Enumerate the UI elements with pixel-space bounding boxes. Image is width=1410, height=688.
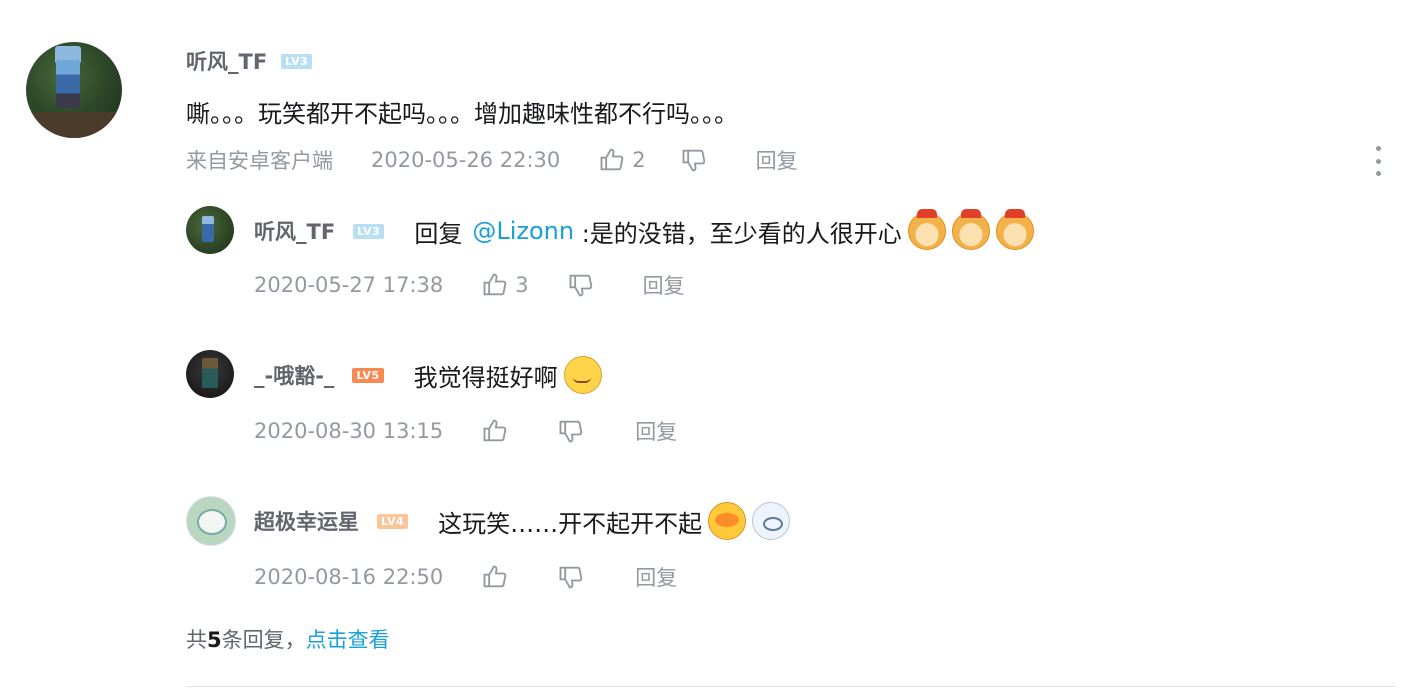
reply-button[interactable]: 回复	[756, 145, 798, 175]
doge-icon	[951, 209, 990, 250]
facepalm-dog-icon	[752, 502, 791, 540]
username[interactable]: 超极幸运星	[254, 506, 359, 536]
reply-count-suffix: 条回复，	[221, 628, 306, 652]
timestamp: 2020-08-30 13:15	[254, 419, 444, 443]
thumbs-down-icon	[559, 420, 583, 443]
crying-icon	[708, 502, 747, 540]
divider	[186, 686, 1396, 687]
reply-text: :是的没错，至少看的人很开心	[574, 219, 902, 248]
avatar[interactable]	[186, 350, 234, 398]
comment-meta: 来自安卓客户端 2020-05-26 22:30 2 回复	[186, 145, 798, 175]
smirk-icon	[563, 356, 602, 394]
username[interactable]: 听风_TF	[254, 216, 335, 246]
reply-count-prefix: 共	[186, 628, 207, 652]
thumbs-up-icon	[483, 419, 507, 442]
thumbs-down-icon	[682, 149, 705, 172]
thumbs-up-icon	[600, 148, 624, 171]
reply-button[interactable]: 回复	[635, 562, 677, 592]
reply-meta: 2020-08-30 13:15 回复	[254, 416, 677, 446]
like-button[interactable]: 2	[598, 146, 646, 174]
doge-icon	[995, 209, 1034, 250]
reply-count: 5	[207, 628, 222, 652]
avatar[interactable]	[186, 206, 234, 254]
like-count: 2	[632, 148, 646, 172]
comment-header: 听风_TF LV3	[186, 46, 313, 76]
dislike-button[interactable]	[680, 146, 708, 174]
reply-prefix: 回复	[414, 219, 463, 248]
thumbs-down-icon	[559, 566, 583, 589]
avatar[interactable]	[186, 496, 236, 546]
source-label: 来自安卓客户端	[186, 149, 333, 173]
reply-meta: 2020-08-16 22:50 回复	[254, 562, 677, 592]
reply-button[interactable]: 回复	[643, 270, 685, 300]
reply-row: _-哦豁-_ LV5 我觉得挺好啊	[254, 356, 602, 394]
reply-row: 听风_TF LV3 回复 @Lizonn :是的没错，至少看的人很开心	[254, 209, 1034, 250]
thumbs-up-icon	[483, 273, 507, 296]
thumbs-up-icon	[483, 565, 507, 588]
reply-button[interactable]: 回复	[635, 416, 677, 446]
dislike-button[interactable]	[567, 271, 595, 299]
more-options-icon[interactable]	[1373, 146, 1383, 176]
reply-row: 超极幸运星 LV4 这玩笑……开不起开不起	[254, 502, 791, 540]
timestamp: 2020-08-16 22:50	[254, 565, 444, 589]
reply-text: 我觉得挺好啊	[413, 363, 558, 392]
username[interactable]: 听风_TF	[186, 46, 267, 76]
like-button[interactable]: 3	[481, 271, 529, 299]
level-badge: LV3	[281, 53, 313, 69]
like-button[interactable]	[481, 417, 509, 445]
level-badge: LV5	[352, 367, 384, 383]
view-more-replies: 共5条回复，点击查看	[186, 624, 390, 654]
doge-icon	[907, 209, 946, 250]
like-button[interactable]	[481, 563, 509, 591]
mention-link[interactable]: @Lizonn	[472, 217, 574, 245]
comment-text: 嘶。。。玩笑都开不起吗。。。增加趣味性都不行吗。。。	[186, 100, 738, 128]
timestamp: 2020-05-27 17:38	[254, 273, 444, 297]
level-badge: LV3	[353, 223, 385, 239]
dislike-button[interactable]	[557, 563, 585, 591]
view-all-link[interactable]: 点击查看	[306, 628, 390, 652]
level-badge: LV4	[377, 513, 409, 529]
timestamp: 2020-05-26 22:30	[371, 148, 561, 172]
like-count: 3	[515, 273, 529, 297]
thumbs-down-icon	[569, 274, 592, 297]
reply-meta: 2020-05-27 17:38 3 回复	[254, 270, 685, 300]
username[interactable]: _-哦豁-_	[254, 360, 334, 390]
avatar[interactable]	[26, 42, 122, 138]
dislike-button[interactable]	[557, 417, 585, 445]
reply-text: 这玩笑……开不起开不起	[438, 509, 703, 538]
